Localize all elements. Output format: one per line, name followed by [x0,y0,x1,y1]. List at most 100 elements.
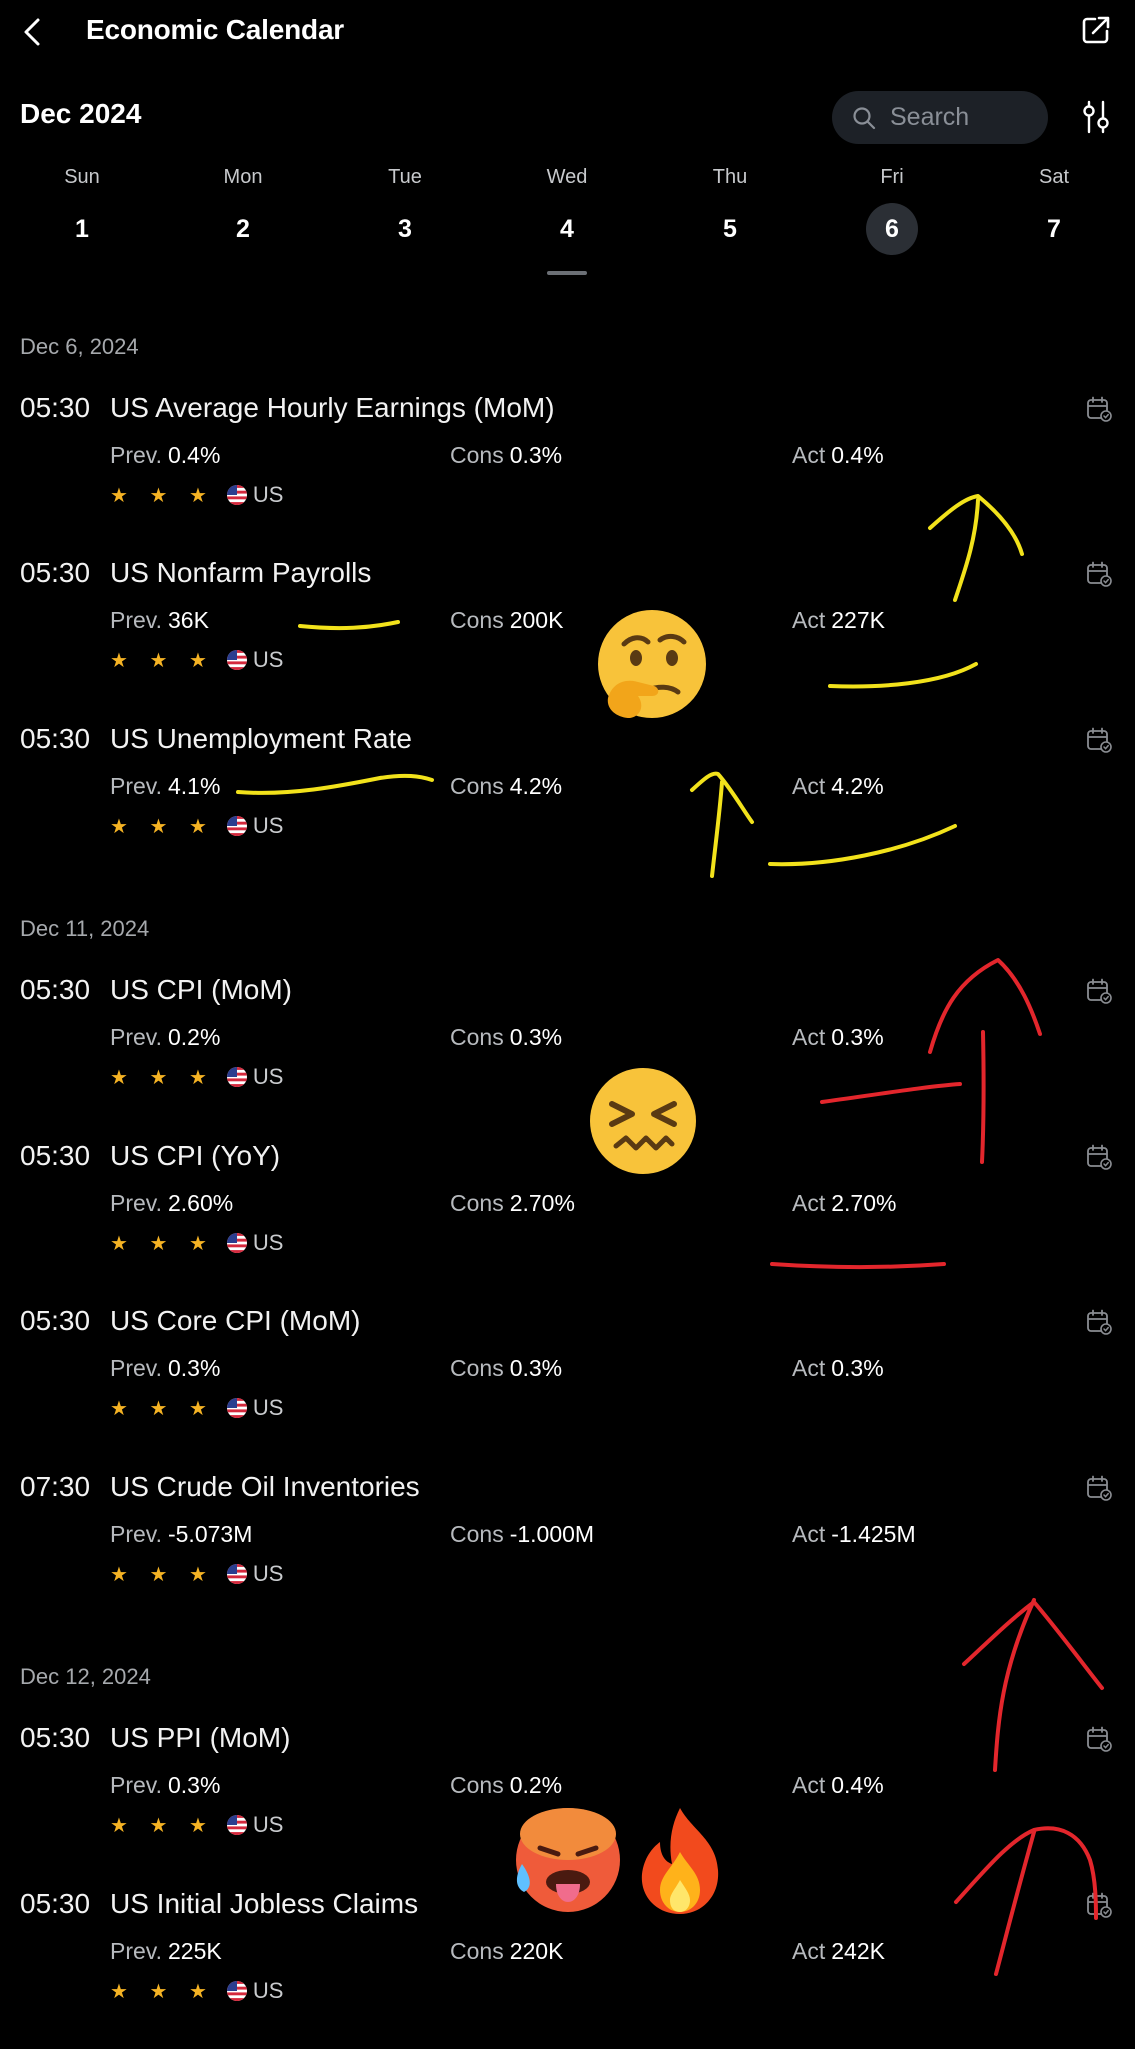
confounded-face-emoji [590,1068,696,1174]
cons-label: Cons [450,442,504,468]
cons-label: Cons [450,1024,504,1050]
event-name: US PPI (MoM) [110,1722,291,1753]
cons-number: -1.000M [509,1521,595,1547]
today-indicator [547,271,587,275]
event-row[interactable]: 05:30 US Nonfarm Payrolls Prev. 36K Cons 200K… [0,557,1135,707]
country-code: US [252,1230,284,1255]
actual-value: Act 0.3% [792,1024,884,1051]
prev-number: 225K [167,1938,222,1964]
act-label: Act [792,1521,826,1547]
day-fri[interactable]: Fri 6 [842,166,942,255]
act-label: Act [792,607,826,633]
event-meta: ★ ★ ★ US [110,1230,283,1256]
add-to-calendar-icon[interactable] [1086,1309,1112,1335]
country-code: US [252,1395,284,1420]
us-flag-icon [226,1067,247,1087]
page-title: Economic Calendar [86,14,345,45]
day-wed[interactable]: Wed 4 [517,166,617,255]
previous-value: Prev. 0.3% [110,1772,220,1799]
us-flag-icon [226,485,247,505]
prev-number: 4.1% [167,773,221,799]
country-code: US [252,647,284,672]
day-thu[interactable]: Thu 5 [680,166,780,255]
add-to-calendar-icon[interactable] [1086,727,1112,753]
prev-number: 0.3% [167,1355,221,1381]
importance-stars: ★ ★ ★ [110,1066,215,1089]
event-row[interactable]: 07:30 US Crude Oil Inventories Prev. -5.073… [0,1471,1135,1621]
country-code: US [252,813,284,838]
prev-number: -5.073M [167,1521,253,1547]
act-number: 227K [831,607,885,633]
filter-sliders-icon[interactable] [1082,100,1110,134]
cons-number: 0.3% [509,442,563,468]
prev-label: Prev. [110,1024,162,1050]
day-name: Tue [388,166,422,188]
day-tue[interactable]: Tue 3 [355,166,455,255]
month-label[interactable]: Dec 2024 [20,98,141,130]
prev-number: 0.2% [167,1024,221,1050]
importance-stars: ★ ★ ★ [110,1397,215,1420]
us-flag-icon [226,1398,247,1418]
prev-number: 0.3% [167,1772,221,1798]
share-icon[interactable] [1078,12,1114,48]
event-row[interactable]: 05:30 US CPI (MoM) Prev. 0.2% Cons 0.3% Act 0.3… [0,974,1135,1124]
event-name: US Nonfarm Payrolls [110,557,372,588]
importance-stars: ★ ★ ★ [110,1232,215,1255]
act-number: -1.425M [831,1521,916,1547]
act-label: Act [792,1355,826,1381]
us-flag-icon [226,650,247,670]
cons-label: Cons [450,773,504,799]
event-row[interactable]: 05:30 US Average Hourly Earnings (MoM) Pre… [0,392,1135,542]
event-row[interactable]: 05:30 US Unemployment Rate Prev. 4.1% Cons 4.… [0,723,1135,873]
event-row[interactable]: 05:30 US Core CPI (MoM) Prev. 0.3% Cons 0.3% A… [0,1305,1135,1455]
prev-label: Prev. [110,442,162,468]
event-time: 05:30 [20,1305,91,1336]
cons-label: Cons [450,1355,504,1381]
previous-value: Prev. 0.3% [110,1355,220,1382]
day-name: Sun [64,166,100,188]
date-header: Dec 11, 2024 [20,916,150,941]
event-time: 05:30 [20,557,91,588]
day-sat[interactable]: Sat 7 [1004,166,1104,255]
us-flag-icon [226,1815,247,1835]
add-to-calendar-icon[interactable] [1086,1726,1112,1752]
add-to-calendar-icon[interactable] [1086,1892,1112,1918]
day-sun[interactable]: Sun 1 [32,166,132,255]
prev-number: 2.60% [167,1190,234,1216]
search-input[interactable]: Search [832,91,1048,144]
event-name: US CPI (MoM) [110,974,292,1005]
day-name: Sat [1038,166,1070,188]
event-meta: ★ ★ ★ US [110,647,283,673]
date-header: Dec 6, 2024 [20,334,139,359]
actual-value: Act 242K [792,1938,885,1965]
previous-value: Prev. 4.1% [110,773,220,800]
cons-label: Cons [450,1938,504,1964]
event-meta: ★ ★ ★ US [110,1561,283,1587]
importance-stars: ★ ★ ★ [110,649,215,672]
add-to-calendar-icon[interactable] [1086,1144,1112,1170]
add-to-calendar-icon[interactable] [1086,561,1112,587]
day-mon[interactable]: Mon 2 [193,166,293,255]
actual-value: Act 0.4% [792,1772,884,1799]
event-name: US Average Hourly Earnings (MoM) [110,392,555,423]
event-meta: ★ ★ ★ US [110,1812,283,1838]
cons-label: Cons [450,607,504,633]
prev-number: 0.4% [167,442,221,468]
add-to-calendar-icon[interactable] [1086,1475,1112,1501]
consensus-value: Cons 220K [450,1938,563,1965]
act-number: 4.2% [831,773,884,799]
consensus-value: Cons 0.3% [450,442,562,469]
back-arrow-icon[interactable] [16,14,52,50]
prev-label: Prev. [110,1521,162,1547]
act-number: 0.3% [831,1355,884,1381]
event-meta: ★ ★ ★ US [110,1064,283,1090]
prev-label: Prev. [110,773,162,799]
add-to-calendar-icon[interactable] [1086,978,1112,1004]
act-label: Act [792,1772,826,1798]
event-time: 05:30 [20,1140,91,1171]
previous-value: Prev. 2.60% [110,1190,233,1217]
search-icon [853,106,876,129]
act-label: Act [792,1938,826,1964]
event-row[interactable]: 05:30 US CPI (YoY) Prev. 2.60% Cons 2.70% Act 2… [0,1140,1135,1290]
add-to-calendar-icon[interactable] [1086,396,1112,422]
